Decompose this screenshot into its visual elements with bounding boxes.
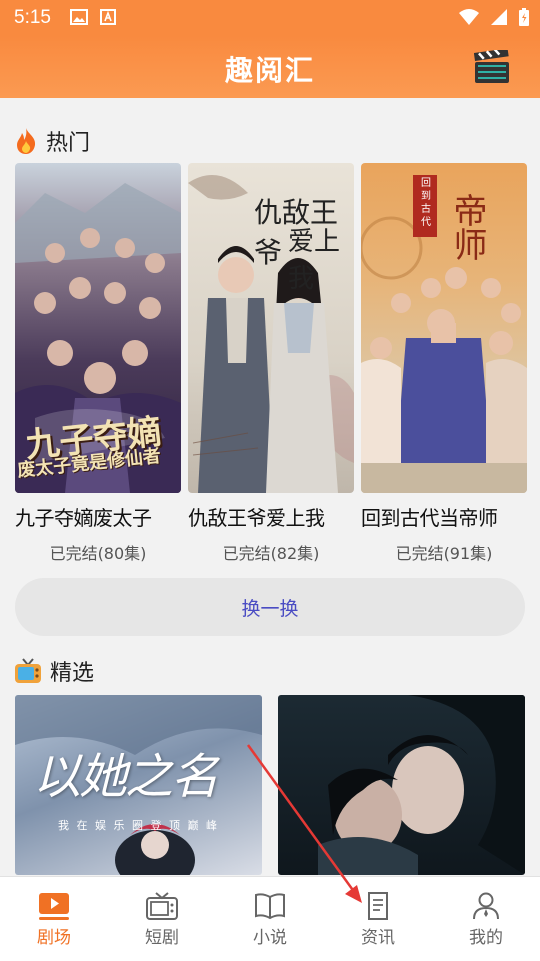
drama-status: 已完结(91集) <box>395 544 493 563</box>
featured-section-title: 精选 <box>14 655 94 687</box>
nav-item-short-drama[interactable]: 短剧 <box>108 877 216 961</box>
drama-card[interactable]: 仇敌王爷 爱上我 仇敌王爷爱上我 已完结(82集) <box>188 163 354 564</box>
nav-item-news[interactable]: 资讯 <box>324 877 432 961</box>
poster-subtitle-art: 爱上我 <box>288 227 341 294</box>
wifi-icon <box>459 9 479 25</box>
drama-poster[interactable]: 仇敌王爷 爱上我 <box>188 163 354 493</box>
nav-label: 资讯 <box>361 928 395 948</box>
battery-icon <box>519 8 529 26</box>
app-notification-icon <box>100 9 116 25</box>
featured-section-label: 精选 <box>50 661 95 686</box>
hot-section-label: 热门 <box>46 131 91 156</box>
featured-poster-title-art: 以她之名 <box>33 749 219 805</box>
drama-status: 已完结(82集) <box>222 544 320 563</box>
nav-item-theater[interactable]: 剧场 <box>0 877 108 961</box>
drama-poster[interactable]: 九子夺嫡 废太子竟是修仙者 <box>15 163 181 493</box>
user-icon <box>473 892 499 920</box>
nav-item-novel[interactable]: 小说 <box>216 877 324 961</box>
drama-poster[interactable]: 回到古代 帝师 <box>361 163 527 493</box>
drama-card[interactable]: 九子夺嫡 废太子竟是修仙者 九子夺嫡废太子 已完结(80集) <box>15 163 181 564</box>
nav-label: 小说 <box>253 928 287 948</box>
document-icon <box>368 892 388 920</box>
clapperboard-icon[interactable] <box>474 50 510 84</box>
tv-emoji-icon <box>15 658 41 683</box>
play-icon <box>39 893 69 920</box>
app-header: 趣阅汇 <box>0 36 540 98</box>
drama-status: 已完结(80集) <box>49 544 147 563</box>
nav-label: 我的 <box>469 928 503 948</box>
hot-section-title: 热门 <box>14 125 90 157</box>
nav-label: 剧场 <box>37 928 71 948</box>
hot-cards: 九子夺嫡 废太子竟是修仙者 九子夺嫡废太子 已完结(80集) 仇敌王爷 爱上我 <box>15 163 527 564</box>
poster-subtitle-art: 回到古代 <box>421 178 431 228</box>
nav-item-profile[interactable]: 我的 <box>432 877 540 961</box>
refresh-button[interactable]: 换一换 <box>15 578 525 636</box>
status-time: 5:15 <box>14 7 51 28</box>
poster-title-art: 帝师 <box>447 193 487 261</box>
drama-card[interactable]: 回到古代 帝师 回到古代当帝师 已完结(91集) <box>361 163 527 564</box>
featured-poster-subtitle-art: 我 在 娱 乐 圈 登 顶 巅 峰 <box>58 819 219 832</box>
image-notification-icon <box>70 9 88 25</box>
drama-title[interactable]: 仇敌王爷爱上我 <box>188 502 354 531</box>
drama-title[interactable]: 回到古代当帝师 <box>361 502 527 531</box>
book-icon <box>255 893 285 920</box>
featured-list: 以她之名 我 在 娱 乐 圈 登 顶 巅 峰 <box>15 695 525 875</box>
drama-title[interactable]: 九子夺嫡废太子 <box>15 502 181 531</box>
bottom-nav: 剧场 短剧 小说 资讯 我的 <box>0 876 540 961</box>
status-bar: 5:15 <box>0 0 540 36</box>
signal-icon <box>491 9 507 25</box>
featured-poster[interactable] <box>278 695 525 875</box>
tv-icon <box>146 892 178 920</box>
nav-label: 短剧 <box>145 928 179 948</box>
fire-icon <box>17 128 36 154</box>
featured-poster[interactable]: 以她之名 我 在 娱 乐 圈 登 顶 巅 峰 <box>15 695 262 875</box>
app-title: 趣阅汇 <box>224 54 315 87</box>
